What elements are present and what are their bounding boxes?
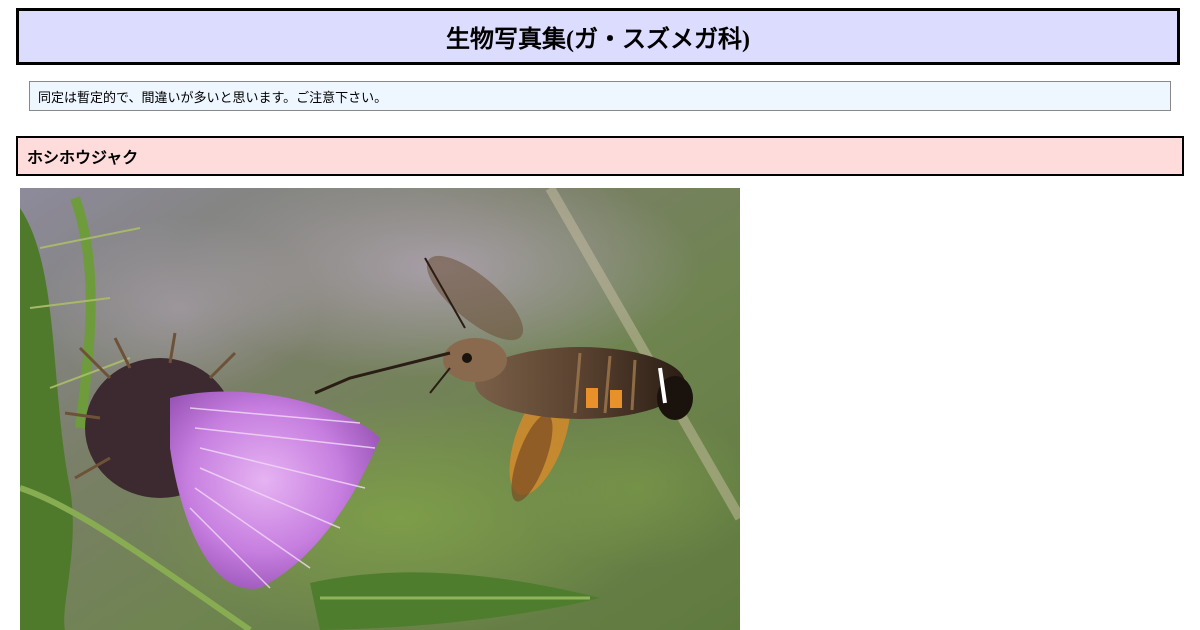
species-heading: ホシホウジャク — [16, 136, 1184, 176]
species-name: ホシホウジャク — [27, 150, 139, 167]
notice-text: 同定は暫定的で、間違いが多いと思います。ご注意下さい。 — [38, 89, 388, 105]
moth-photo — [20, 188, 740, 630]
page-header: 生物写真集(ガ・スズメガ科) — [16, 8, 1180, 65]
moth-photo-illustration — [20, 188, 740, 630]
page-title: 生物写真集(ガ・スズメガ科) — [446, 27, 750, 53]
notice-box: 同定は暫定的で、間違いが多いと思います。ご注意下さい。 — [29, 81, 1171, 111]
